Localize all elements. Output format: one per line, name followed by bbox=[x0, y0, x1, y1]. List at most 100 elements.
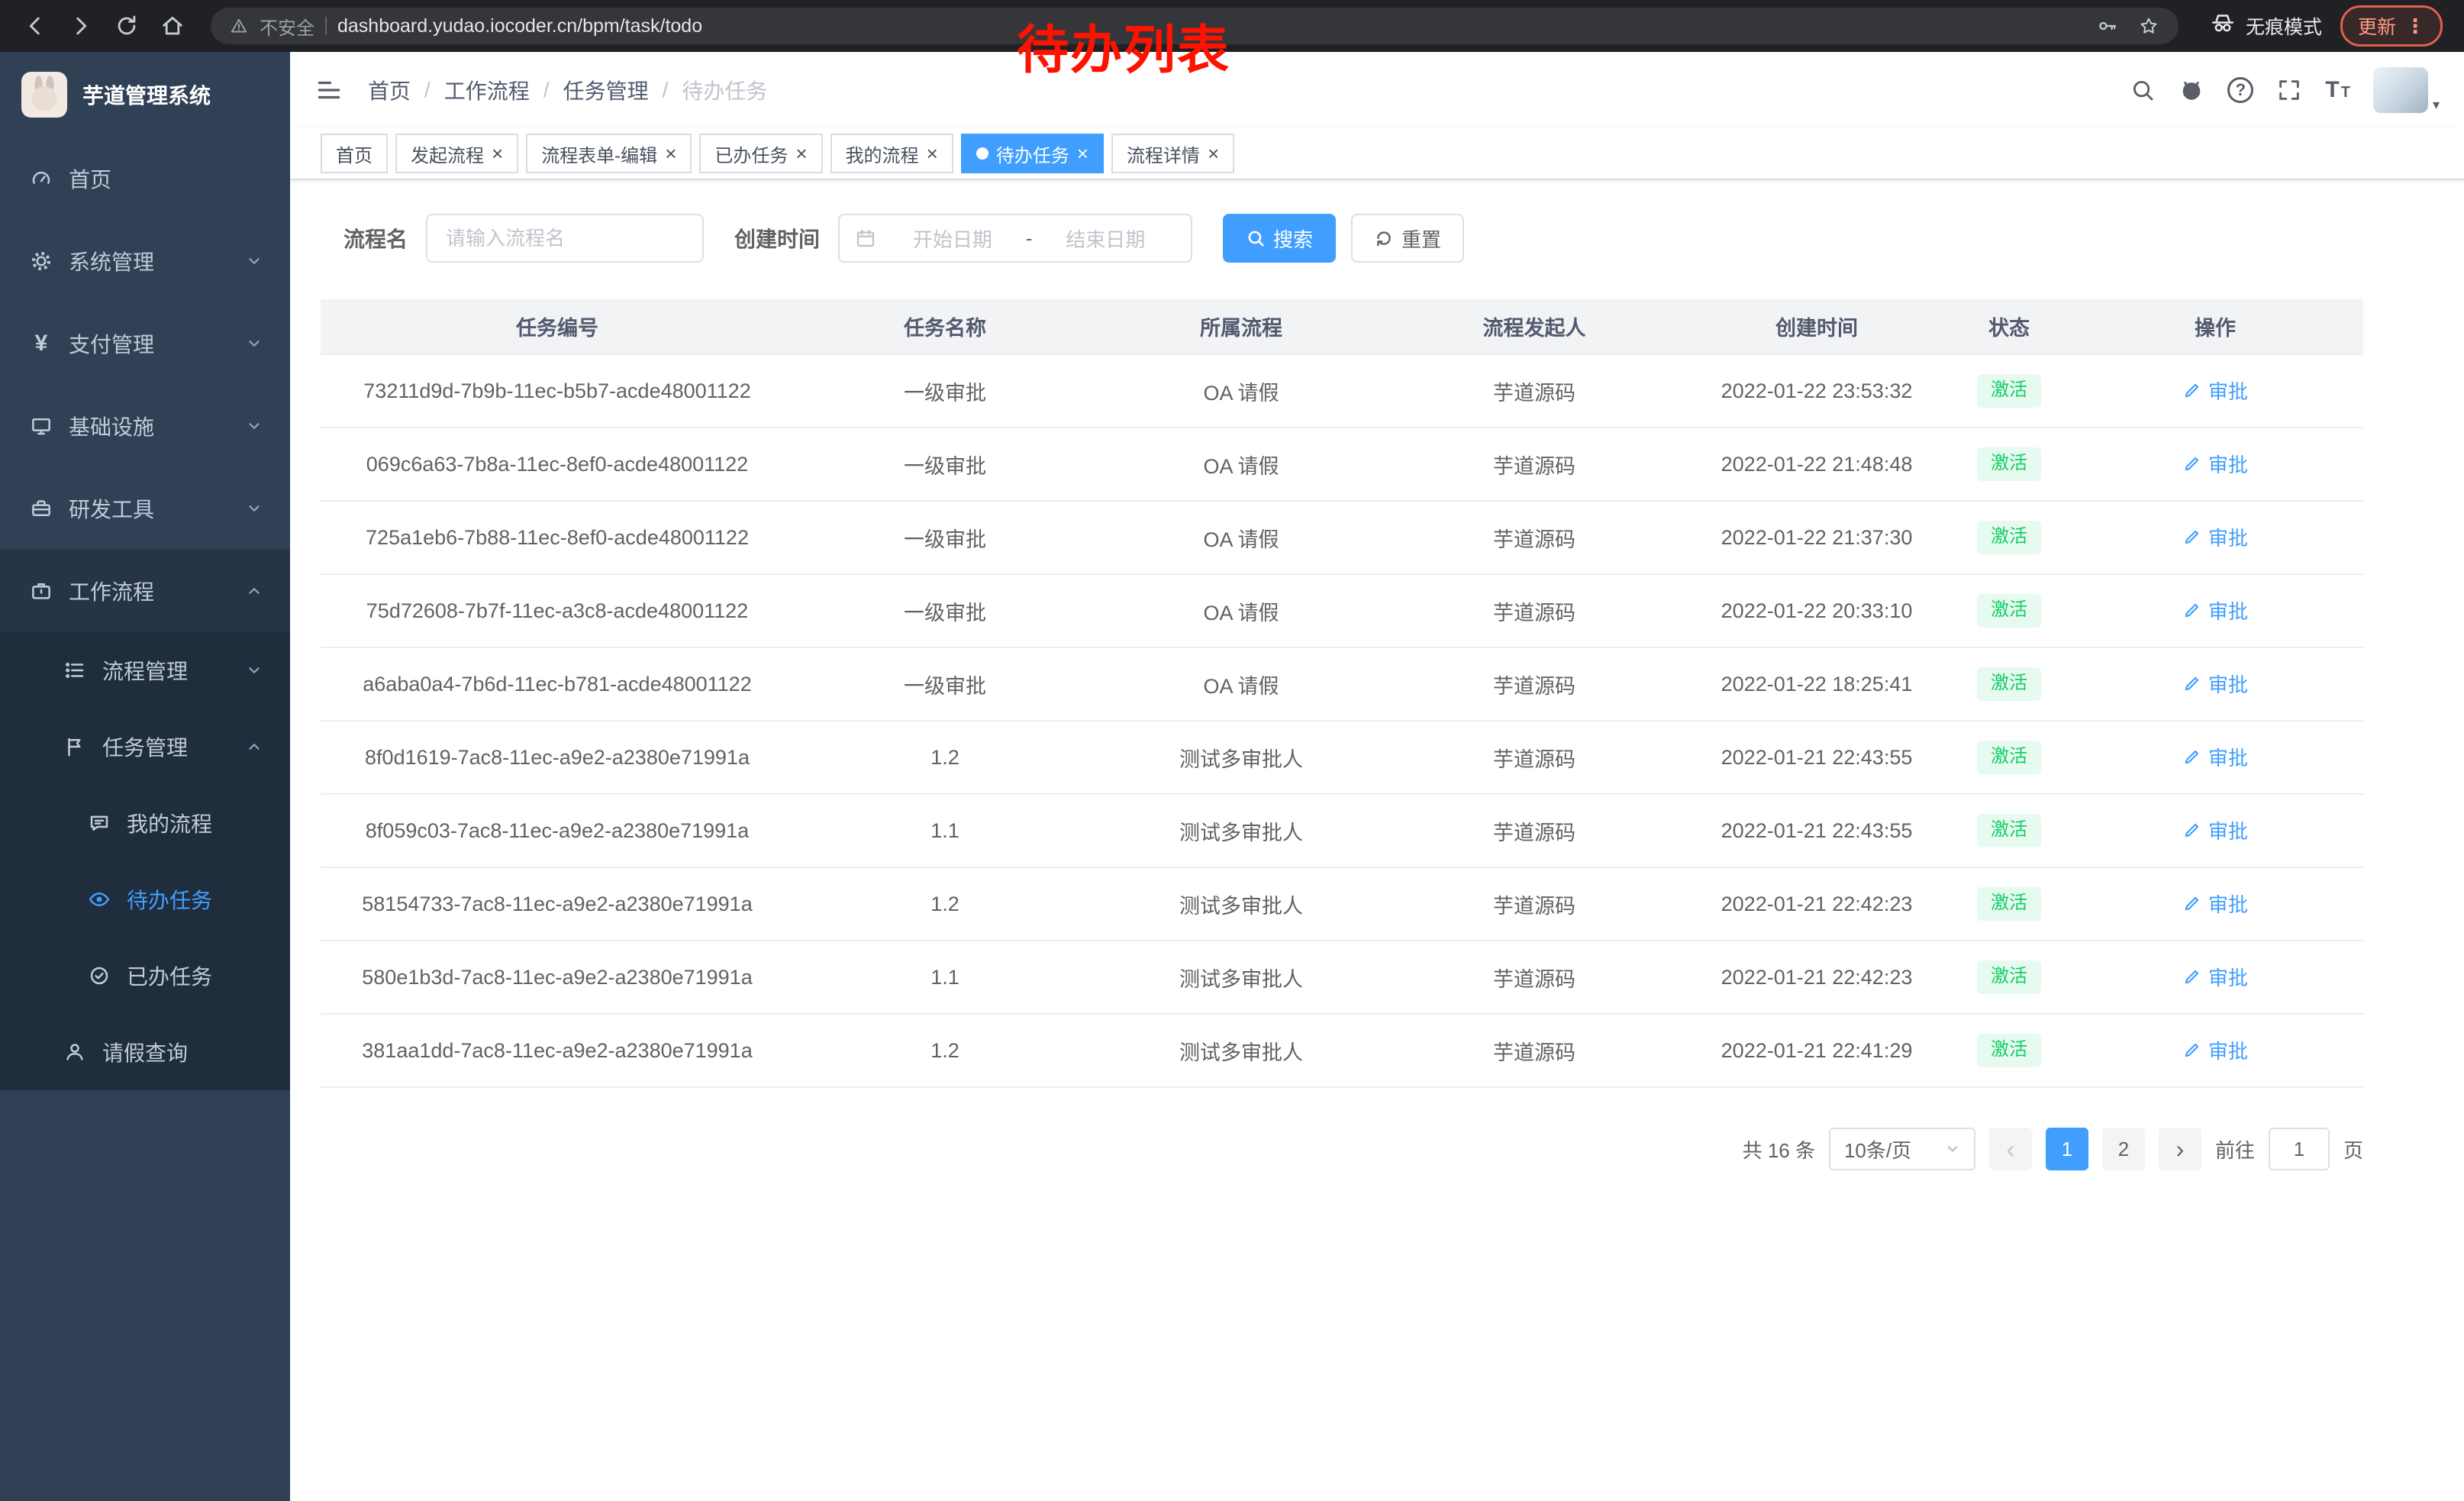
cell-task-id: 381aa1dd-7ac8-11ec-a9e2-a2380e71991a bbox=[321, 1014, 794, 1087]
chevron-down-icon bbox=[246, 335, 263, 352]
sidebar-item-my-processes[interactable]: 我的流程 bbox=[0, 785, 290, 861]
avatar-image bbox=[2373, 67, 2428, 113]
breadcrumb-item[interactable]: 任务管理 bbox=[563, 75, 649, 105]
sidebar-item-done-tasks[interactable]: 已办任务 bbox=[0, 938, 290, 1014]
tab-my-processes[interactable]: 我的流程 × bbox=[830, 134, 953, 173]
chevron-down-icon bbox=[1945, 1141, 1960, 1157]
key-icon[interactable] bbox=[2096, 15, 2119, 37]
sidebar: 芋道管理系统 首页 系统管理 ¥ 支付管理 基础设施 bbox=[0, 52, 290, 1501]
cell-created: 2022-01-22 21:48:48 bbox=[1682, 428, 1951, 501]
breadcrumb-item[interactable]: 首页 bbox=[368, 75, 411, 105]
sidebar-item-home[interactable]: 首页 bbox=[0, 137, 290, 220]
date-range-picker[interactable]: 开始日期 - 结束日期 bbox=[838, 214, 1192, 263]
next-page-button[interactable]: › bbox=[2159, 1128, 2201, 1170]
create-time-label: 创建时间 bbox=[734, 223, 820, 253]
search-button[interactable]: 搜索 bbox=[1223, 214, 1336, 263]
cell-initiator: 芋道源码 bbox=[1386, 354, 1682, 428]
sidebar-item-infrastructure[interactable]: 基础设施 bbox=[0, 385, 290, 467]
close-icon[interactable]: × bbox=[1077, 144, 1088, 163]
approve-link[interactable]: 审批 bbox=[2182, 450, 2248, 478]
approve-link[interactable]: 审批 bbox=[2182, 670, 2248, 698]
approve-link[interactable]: 审批 bbox=[2182, 743, 2248, 771]
sidebar-item-task-management[interactable]: 任务管理 bbox=[0, 709, 290, 785]
cell-task-name: 1.2 bbox=[794, 867, 1096, 941]
close-icon[interactable]: × bbox=[795, 144, 807, 163]
tab-home[interactable]: 首页 bbox=[321, 134, 388, 173]
font-size-icon[interactable]: TT bbox=[2325, 77, 2350, 103]
cell-initiator: 芋道源码 bbox=[1386, 867, 1682, 941]
cell-task-name: 1.1 bbox=[794, 941, 1096, 1014]
close-icon[interactable]: × bbox=[1208, 144, 1219, 163]
github-icon[interactable] bbox=[2179, 77, 2204, 103]
status-badge: 激活 bbox=[1977, 521, 2041, 554]
cell-initiator: 芋道源码 bbox=[1386, 501, 1682, 574]
app-logo-row[interactable]: 芋道管理系统 bbox=[0, 52, 290, 137]
approve-link[interactable]: 审批 bbox=[2182, 523, 2248, 551]
sidebar-collapse-icon[interactable] bbox=[314, 76, 343, 105]
back-icon[interactable] bbox=[15, 6, 55, 46]
page-size-select[interactable]: 10条/页 bbox=[1829, 1128, 1975, 1170]
page-button-1[interactable]: 1 bbox=[2046, 1128, 2088, 1170]
eye-icon bbox=[85, 888, 113, 911]
approve-link[interactable]: 审批 bbox=[2182, 889, 2248, 918]
update-button[interactable]: 更新 ⋮ bbox=[2340, 5, 2443, 47]
column-header: 任务编号 bbox=[321, 299, 794, 354]
help-icon[interactable]: ? bbox=[2227, 77, 2253, 103]
approve-link[interactable]: 审批 bbox=[2182, 596, 2248, 625]
sidebar-item-label: 待办任务 bbox=[127, 884, 212, 915]
approve-link[interactable]: 审批 bbox=[2182, 1036, 2248, 1064]
tab-initiate-process[interactable]: 发起流程 × bbox=[395, 134, 518, 173]
cell-task-name: 一级审批 bbox=[794, 354, 1096, 428]
home-icon[interactable] bbox=[153, 6, 192, 46]
fullscreen-icon[interactable] bbox=[2276, 77, 2302, 103]
check-circle-icon bbox=[85, 964, 113, 987]
sidebar-item-workflow[interactable]: 工作流程 bbox=[0, 550, 290, 632]
list-icon bbox=[61, 659, 89, 682]
approve-link[interactable]: 审批 bbox=[2182, 816, 2248, 844]
security-label: 不安全 bbox=[260, 13, 314, 40]
sidebar-item-leave-query[interactable]: 请假查询 bbox=[0, 1014, 290, 1090]
breadcrumb: 首页 / 工作流程 / 任务管理 / 待办任务 bbox=[368, 75, 767, 105]
tabs-bar: 首页 发起流程 × 流程表单-编辑 × 已办任务 × 我的流程 × bbox=[290, 128, 2464, 180]
menu-dots-icon[interactable]: ⋮ bbox=[2405, 15, 2425, 38]
chevron-up-icon bbox=[246, 583, 263, 599]
forward-icon[interactable] bbox=[61, 6, 101, 46]
cell-task-name: 一级审批 bbox=[794, 428, 1096, 501]
sidebar-item-system-management[interactable]: 系统管理 bbox=[0, 220, 290, 302]
reload-icon[interactable] bbox=[107, 6, 147, 46]
bookmark-star-icon[interactable] bbox=[2137, 15, 2160, 37]
cell-process: 测试多审批人 bbox=[1096, 1014, 1386, 1087]
close-icon[interactable]: × bbox=[665, 144, 676, 163]
approve-link[interactable]: 审批 bbox=[2182, 963, 2248, 991]
cell-process: 测试多审批人 bbox=[1096, 867, 1386, 941]
tab-todo-tasks[interactable]: 待办任务 × bbox=[961, 134, 1104, 173]
cell-created: 2022-01-21 22:43:55 bbox=[1682, 721, 1951, 794]
breadcrumb-item[interactable]: 工作流程 bbox=[444, 75, 530, 105]
user-avatar[interactable]: ▾ bbox=[2373, 67, 2440, 113]
end-date-placeholder[interactable]: 结束日期 bbox=[1035, 224, 1176, 253]
goto-page-input[interactable] bbox=[2269, 1128, 2330, 1170]
cell-initiator: 芋道源码 bbox=[1386, 574, 1682, 647]
cell-created: 2022-01-21 22:43:55 bbox=[1682, 794, 1951, 867]
page-button-2[interactable]: 2 bbox=[2102, 1128, 2145, 1170]
warning-icon bbox=[229, 16, 249, 36]
sidebar-item-todo-tasks[interactable]: 待办任务 bbox=[0, 861, 290, 938]
prev-page-button[interactable]: ‹ bbox=[1989, 1128, 2032, 1170]
process-name-input[interactable] bbox=[426, 214, 704, 263]
tab-process-detail[interactable]: 流程详情 × bbox=[1111, 134, 1234, 173]
sidebar-item-label: 流程管理 bbox=[102, 655, 188, 686]
sidebar-item-payment-management[interactable]: ¥ 支付管理 bbox=[0, 302, 290, 385]
table-row: 381aa1dd-7ac8-11ec-a9e2-a2380e71991a 1.2… bbox=[321, 1014, 2363, 1087]
close-icon[interactable]: × bbox=[927, 144, 938, 163]
sidebar-item-process-management[interactable]: 流程管理 bbox=[0, 632, 290, 709]
search-icon[interactable] bbox=[2130, 77, 2156, 103]
tab-done-tasks[interactable]: 已办任务 × bbox=[699, 134, 822, 173]
reset-button[interactable]: 重置 bbox=[1351, 214, 1464, 263]
tab-process-form-edit[interactable]: 流程表单-编辑 × bbox=[526, 134, 692, 173]
start-date-placeholder[interactable]: 开始日期 bbox=[882, 224, 1023, 253]
cell-process: OA 请假 bbox=[1096, 354, 1386, 428]
close-icon[interactable]: × bbox=[492, 144, 503, 163]
approve-link[interactable]: 审批 bbox=[2182, 376, 2248, 405]
sidebar-item-dev-tools[interactable]: 研发工具 bbox=[0, 467, 290, 550]
todo-task-table: 任务编号 任务名称 所属流程 流程发起人 创建时间 状态 操作 73211d9d… bbox=[321, 299, 2363, 1088]
